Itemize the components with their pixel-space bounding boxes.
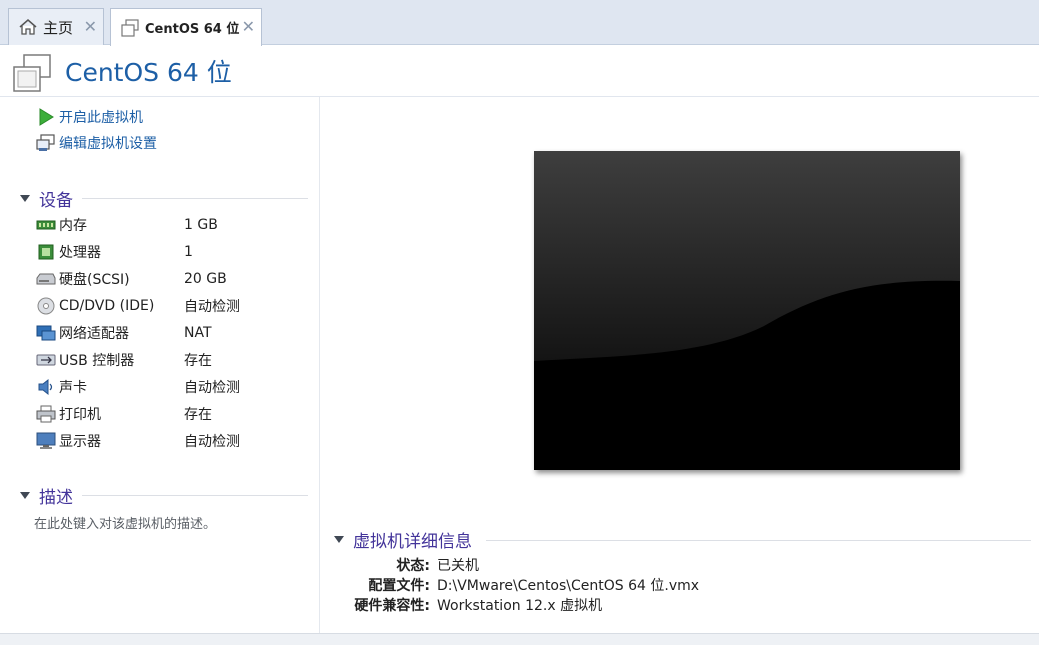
display-icon [36,432,56,449]
device-value: 存在 [184,353,212,369]
device-value: 自动检测 [184,380,240,396]
printer-icon [36,405,56,423]
device-row-usb[interactable]: USB 控制器 存在 [36,349,296,371]
tab-bar: 主页 ✕ CentOS 64 位 ✕ [0,0,1039,46]
collapse-triangle-icon[interactable] [20,491,30,499]
tab-centos-label: CentOS 64 位 [145,22,240,37]
cd-dvd-icon [37,297,55,315]
description-title: 描述 [39,487,73,508]
usb-icon [36,354,56,366]
collapse-triangle-icon[interactable] [20,194,30,202]
divider [82,495,308,496]
tab-home-label: 主页 [43,18,74,37]
device-value: 1 GB [184,217,218,233]
divider [82,198,308,199]
power-on-label: 开启此虚拟机 [59,110,143,126]
play-icon [39,108,54,126]
device-row-printer[interactable]: 打印机 存在 [36,403,296,425]
edit-settings-link[interactable]: 编辑虚拟机设置 [36,132,157,154]
tab-centos[interactable]: CentOS 64 位 ✕ [110,8,262,46]
detail-key: 状态: [396,558,430,574]
device-value: 20 GB [184,271,227,287]
vm-preview-thumbnail[interactable] [534,151,960,470]
details-title: 虚拟机详细信息 [353,531,472,552]
status-bar [0,633,1039,645]
harddisk-icon [36,273,56,285]
device-name: 内存 [59,218,87,234]
device-value: NAT [184,325,212,341]
details-section-header[interactable]: 虚拟机详细信息 [334,528,472,552]
device-value: 自动检测 [184,434,240,450]
tab-home[interactable]: 主页 ✕ [8,8,104,45]
device-name: USB 控制器 [59,353,135,369]
sound-card-icon [38,378,53,396]
device-row-sound[interactable]: 声卡 自动检测 [36,376,296,398]
device-row-processor[interactable]: 处理器 1 [36,241,296,263]
collapse-triangle-icon[interactable] [334,535,344,543]
device-name: 打印机 [59,407,101,423]
detail-value: Workstation 12.x 虚拟机 [437,598,603,614]
detail-row-config-file: 配置文件: D:\VMware\Centos\CentOS 64 位.vmx [320,575,1020,595]
vm-header: CentOS 64 位 [0,45,1039,97]
device-value: 存在 [184,407,212,423]
page-title: CentOS 64 位 [65,58,232,87]
detail-key: 配置文件: [368,578,430,594]
detail-key: 硬件兼容性: [354,598,430,614]
edit-settings-icon [36,134,55,151]
devices-title: 设备 [39,190,73,211]
edit-settings-label: 编辑虚拟机设置 [59,136,157,152]
vm-icon [121,18,139,37]
detail-value: 已关机 [437,558,479,574]
processor-icon [38,244,54,260]
power-on-link[interactable]: 开启此虚拟机 [36,106,143,128]
description-input[interactable]: 在此处键入对该虚拟机的描述。 [34,513,216,532]
device-row-memory[interactable]: 内存 1 GB [36,214,296,236]
detail-row-compatibility: 硬件兼容性: Workstation 12.x 虚拟机 [320,595,1020,615]
device-name: CD/DVD (IDE) [59,298,155,314]
device-row-cd-dvd[interactable]: CD/DVD (IDE) 自动检测 [36,295,296,317]
detail-value: D:\VMware\Centos\CentOS 64 位.vmx [437,578,700,594]
device-name: 显示器 [59,434,101,450]
device-row-display[interactable]: 显示器 自动检测 [36,430,296,452]
vm-icon [13,54,51,92]
detail-row-status: 状态: 已关机 [320,555,1020,575]
close-icon[interactable]: ✕ [84,17,97,36]
device-name: 处理器 [59,245,101,261]
device-value: 自动检测 [184,299,240,315]
memory-icon [36,220,56,230]
device-row-network[interactable]: 网络适配器 NAT [36,322,296,344]
device-name: 网络适配器 [59,326,129,342]
device-name: 声卡 [59,380,87,396]
description-section-header[interactable]: 描述 [20,484,308,508]
home-icon [19,19,37,35]
device-row-harddisk[interactable]: 硬盘(SCSI) 20 GB [36,268,296,290]
divider [486,540,1031,541]
close-icon[interactable]: ✕ [242,17,255,36]
device-value: 1 [184,244,193,260]
device-name: 硬盘(SCSI) [59,272,130,288]
devices-section-header[interactable]: 设备 [20,187,308,211]
network-adapter-icon [36,325,56,341]
